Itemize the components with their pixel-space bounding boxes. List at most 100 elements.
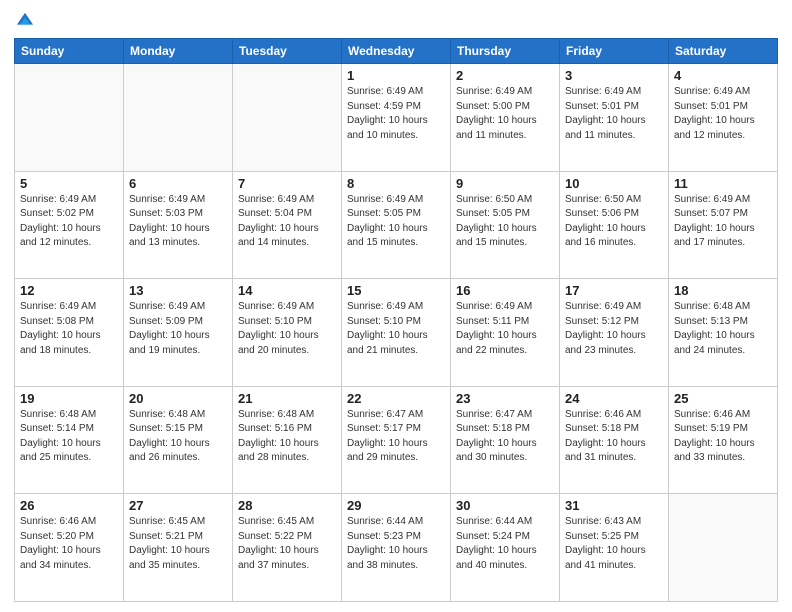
day-info: Sunrise: 6:49 AM Sunset: 5:11 PM Dayligh… bbox=[456, 300, 554, 358]
calendar-cell: 17 Sunrise: 6:49 AM Sunset: 5:12 PM Dayli… bbox=[560, 279, 669, 387]
day-number: 1 bbox=[347, 68, 445, 83]
calendar-table: SundayMondayTuesdayWednesdayThursdayFrid… bbox=[14, 38, 778, 602]
calendar-cell: 26 Sunrise: 6:46 AM Sunset: 5:20 PM Dayli… bbox=[15, 494, 124, 602]
day-number: 24 bbox=[565, 391, 663, 406]
day-info: Sunrise: 6:48 AM Sunset: 5:15 PM Dayligh… bbox=[129, 408, 227, 466]
day-info: Sunrise: 6:43 AM Sunset: 5:25 PM Dayligh… bbox=[565, 515, 663, 573]
day-info: Sunrise: 6:49 AM Sunset: 5:12 PM Dayligh… bbox=[565, 300, 663, 358]
day-number: 30 bbox=[456, 498, 554, 513]
day-number: 3 bbox=[565, 68, 663, 83]
day-number: 20 bbox=[129, 391, 227, 406]
day-info: Sunrise: 6:47 AM Sunset: 5:18 PM Dayligh… bbox=[456, 408, 554, 466]
calendar-cell bbox=[124, 64, 233, 172]
calendar-cell: 3 Sunrise: 6:49 AM Sunset: 5:01 PM Daylig… bbox=[560, 64, 669, 172]
day-number: 10 bbox=[565, 176, 663, 191]
week-row-4: 19 Sunrise: 6:48 AM Sunset: 5:14 PM Dayli… bbox=[15, 386, 778, 494]
day-info: Sunrise: 6:48 AM Sunset: 5:13 PM Dayligh… bbox=[674, 300, 772, 358]
day-number: 29 bbox=[347, 498, 445, 513]
weekday-header-thursday: Thursday bbox=[451, 39, 560, 64]
day-info: Sunrise: 6:49 AM Sunset: 4:59 PM Dayligh… bbox=[347, 85, 445, 143]
calendar-cell: 11Sunrise: 6:49 AM Sunset: 5:07 PM Dayli… bbox=[669, 171, 778, 279]
calendar-cell bbox=[15, 64, 124, 172]
calendar-cell: 20 Sunrise: 6:48 AM Sunset: 5:15 PM Dayli… bbox=[124, 386, 233, 494]
day-info: Sunrise: 6:49 AM Sunset: 5:09 PM Dayligh… bbox=[129, 300, 227, 358]
week-row-5: 26 Sunrise: 6:46 AM Sunset: 5:20 PM Dayli… bbox=[15, 494, 778, 602]
calendar-cell: 16 Sunrise: 6:49 AM Sunset: 5:11 PM Dayli… bbox=[451, 279, 560, 387]
day-info: Sunrise: 6:49 AM Sunset: 5:00 PM Dayligh… bbox=[456, 85, 554, 143]
calendar-cell: 23 Sunrise: 6:47 AM Sunset: 5:18 PM Dayli… bbox=[451, 386, 560, 494]
day-number: 5 bbox=[20, 176, 118, 191]
calendar-cell: 18 Sunrise: 6:48 AM Sunset: 5:13 PM Dayli… bbox=[669, 279, 778, 387]
day-info: Sunrise: 6:49 AM Sunset: 5:07 PM Dayligh… bbox=[674, 193, 772, 251]
day-info: Sunrise: 6:47 AM Sunset: 5:17 PM Dayligh… bbox=[347, 408, 445, 466]
day-number: 26 bbox=[20, 498, 118, 513]
calendar-cell: 24 Sunrise: 6:46 AM Sunset: 5:18 PM Dayli… bbox=[560, 386, 669, 494]
day-number: 28 bbox=[238, 498, 336, 513]
week-row-1: 1 Sunrise: 6:49 AM Sunset: 4:59 PM Daylig… bbox=[15, 64, 778, 172]
calendar-cell: 22 Sunrise: 6:47 AM Sunset: 5:17 PM Dayli… bbox=[342, 386, 451, 494]
calendar-cell: 13 Sunrise: 6:49 AM Sunset: 5:09 PM Dayli… bbox=[124, 279, 233, 387]
day-number: 4 bbox=[674, 68, 772, 83]
day-number: 15 bbox=[347, 283, 445, 298]
calendar-cell: 29 Sunrise: 6:44 AM Sunset: 5:23 PM Dayli… bbox=[342, 494, 451, 602]
calendar-cell bbox=[233, 64, 342, 172]
calendar-cell: 31 Sunrise: 6:43 AM Sunset: 5:25 PM Dayli… bbox=[560, 494, 669, 602]
day-info: Sunrise: 6:48 AM Sunset: 5:14 PM Dayligh… bbox=[20, 408, 118, 466]
week-row-2: 5Sunrise: 6:49 AM Sunset: 5:02 PM Daylig… bbox=[15, 171, 778, 279]
day-info: Sunrise: 6:49 AM Sunset: 5:05 PM Dayligh… bbox=[347, 193, 445, 251]
calendar-cell: 8 Sunrise: 6:49 AM Sunset: 5:05 PM Daylig… bbox=[342, 171, 451, 279]
day-info: Sunrise: 6:46 AM Sunset: 5:20 PM Dayligh… bbox=[20, 515, 118, 573]
day-number: 21 bbox=[238, 391, 336, 406]
day-info: Sunrise: 6:49 AM Sunset: 5:03 PM Dayligh… bbox=[129, 193, 227, 251]
day-number: 19 bbox=[20, 391, 118, 406]
day-info: Sunrise: 6:50 AM Sunset: 5:06 PM Dayligh… bbox=[565, 193, 663, 251]
calendar-cell bbox=[669, 494, 778, 602]
day-number: 8 bbox=[347, 176, 445, 191]
day-number: 22 bbox=[347, 391, 445, 406]
day-number: 25 bbox=[674, 391, 772, 406]
day-info: Sunrise: 6:45 AM Sunset: 5:22 PM Dayligh… bbox=[238, 515, 336, 573]
day-info: Sunrise: 6:44 AM Sunset: 5:23 PM Dayligh… bbox=[347, 515, 445, 573]
day-number: 27 bbox=[129, 498, 227, 513]
day-info: Sunrise: 6:46 AM Sunset: 5:18 PM Dayligh… bbox=[565, 408, 663, 466]
day-number: 18 bbox=[674, 283, 772, 298]
day-info: Sunrise: 6:48 AM Sunset: 5:16 PM Dayligh… bbox=[238, 408, 336, 466]
day-number: 14 bbox=[238, 283, 336, 298]
calendar-cell: 28 Sunrise: 6:45 AM Sunset: 5:22 PM Dayli… bbox=[233, 494, 342, 602]
page: SundayMondayTuesdayWednesdayThursdayFrid… bbox=[0, 0, 792, 612]
day-info: Sunrise: 6:49 AM Sunset: 5:08 PM Dayligh… bbox=[20, 300, 118, 358]
day-number: 23 bbox=[456, 391, 554, 406]
day-number: 13 bbox=[129, 283, 227, 298]
calendar-cell: 12Sunrise: 6:49 AM Sunset: 5:08 PM Dayli… bbox=[15, 279, 124, 387]
day-info: Sunrise: 6:49 AM Sunset: 5:04 PM Dayligh… bbox=[238, 193, 336, 251]
day-number: 6 bbox=[129, 176, 227, 191]
day-number: 17 bbox=[565, 283, 663, 298]
weekday-header-wednesday: Wednesday bbox=[342, 39, 451, 64]
weekday-header-sunday: Sunday bbox=[15, 39, 124, 64]
calendar-cell: 21 Sunrise: 6:48 AM Sunset: 5:16 PM Dayli… bbox=[233, 386, 342, 494]
calendar-cell: 25 Sunrise: 6:46 AM Sunset: 5:19 PM Dayli… bbox=[669, 386, 778, 494]
calendar-cell: 27Sunrise: 6:45 AM Sunset: 5:21 PM Dayli… bbox=[124, 494, 233, 602]
day-info: Sunrise: 6:50 AM Sunset: 5:05 PM Dayligh… bbox=[456, 193, 554, 251]
calendar-cell: 6 Sunrise: 6:49 AM Sunset: 5:03 PM Daylig… bbox=[124, 171, 233, 279]
calendar-cell: 9 Sunrise: 6:50 AM Sunset: 5:05 PM Daylig… bbox=[451, 171, 560, 279]
day-info: Sunrise: 6:44 AM Sunset: 5:24 PM Dayligh… bbox=[456, 515, 554, 573]
day-number: 2 bbox=[456, 68, 554, 83]
calendar-cell: 1 Sunrise: 6:49 AM Sunset: 4:59 PM Daylig… bbox=[342, 64, 451, 172]
logo-icon bbox=[14, 10, 36, 32]
day-info: Sunrise: 6:46 AM Sunset: 5:19 PM Dayligh… bbox=[674, 408, 772, 466]
calendar-cell: 7 Sunrise: 6:49 AM Sunset: 5:04 PM Daylig… bbox=[233, 171, 342, 279]
calendar-cell: 4Sunrise: 6:49 AM Sunset: 5:01 PM Daylig… bbox=[669, 64, 778, 172]
day-number: 16 bbox=[456, 283, 554, 298]
day-info: Sunrise: 6:49 AM Sunset: 5:01 PM Dayligh… bbox=[565, 85, 663, 143]
day-number: 7 bbox=[238, 176, 336, 191]
weekday-header-monday: Monday bbox=[124, 39, 233, 64]
weekday-header-tuesday: Tuesday bbox=[233, 39, 342, 64]
day-info: Sunrise: 6:49 AM Sunset: 5:10 PM Dayligh… bbox=[238, 300, 336, 358]
weekday-header-row: SundayMondayTuesdayWednesdayThursdayFrid… bbox=[15, 39, 778, 64]
logo bbox=[14, 10, 38, 32]
day-number: 9 bbox=[456, 176, 554, 191]
header bbox=[14, 10, 778, 32]
day-number: 31 bbox=[565, 498, 663, 513]
calendar-cell: 30 Sunrise: 6:44 AM Sunset: 5:24 PM Dayli… bbox=[451, 494, 560, 602]
